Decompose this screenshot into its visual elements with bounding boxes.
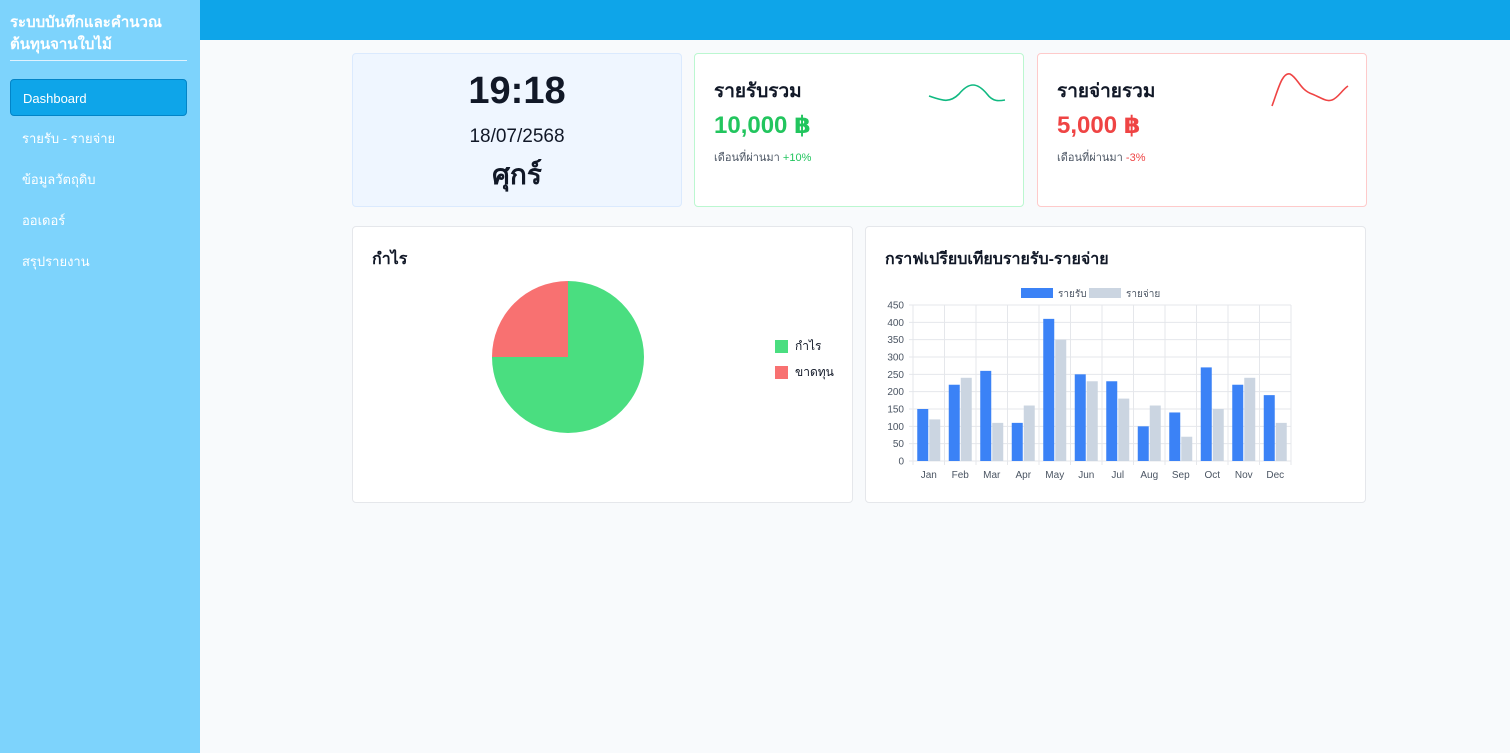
expense-title: รายจ่ายรวม — [1057, 81, 1156, 102]
income-change: +10% — [782, 152, 812, 164]
y-tick-label: 200 — [887, 387, 904, 398]
sidebar-menu: Dashboard รายรับ - รายจ่าย ข้อมูลวัตถุดิ… — [10, 79, 187, 284]
legend-swatch-expense[interactable] — [1089, 288, 1121, 298]
pie-legend: กำไร ขาดทุน — [775, 337, 834, 389]
bar-expense[interactable] — [960, 377, 972, 461]
y-tick-label: 150 — [887, 405, 904, 416]
clock-date: 18/07/2568 — [469, 126, 565, 147]
pie-legend-swatch-loss — [775, 365, 788, 379]
sidebar-item-orders[interactable]: ออเดอร์ — [10, 202, 187, 239]
bar-income[interactable] — [917, 409, 929, 461]
sidebar: ระบบบันทึกและคำนวณต้นทุนจานใบไม้ Dashboa… — [0, 0, 200, 753]
expense-change: -3% — [1125, 152, 1146, 164]
bar-income[interactable] — [1169, 412, 1181, 461]
x-tick-label: Oct — [1204, 470, 1220, 481]
x-tick-label: Dec — [1266, 470, 1284, 481]
income-sparkline-icon — [928, 84, 1006, 102]
bar-expense[interactable] — [1244, 377, 1256, 461]
bar-expense[interactable] — [1086, 381, 1098, 461]
bar-income[interactable] — [1011, 422, 1023, 461]
x-tick-label: Jul — [1111, 470, 1124, 481]
x-tick-label: Apr — [1015, 470, 1031, 481]
pie-legend-swatch-profit — [775, 339, 788, 353]
legend-swatch-income[interactable] — [1021, 288, 1053, 298]
bar-expense[interactable] — [1149, 405, 1161, 461]
app-title: ระบบบันทึกและคำนวณต้นทุนจานใบไม้ — [10, 12, 187, 61]
bar-expense[interactable] — [1023, 405, 1035, 461]
top-bar — [200, 0, 1510, 40]
bar-income[interactable] — [1232, 384, 1244, 461]
bar-income[interactable] — [1074, 374, 1086, 461]
legend-label-income[interactable]: รายรับ — [1058, 289, 1087, 300]
bar-income[interactable] — [948, 384, 960, 461]
compare-panel: กราฟเปรียบเทียบรายรับ-รายจ่าย 0 50 100 150 2… — [865, 226, 1366, 503]
income-title: รายรับรวม — [714, 81, 802, 102]
bar-expense[interactable] — [1212, 409, 1224, 461]
bar-income[interactable] — [980, 370, 992, 461]
expense-value: 5,000 ฿ — [1057, 112, 1141, 139]
sidebar-item-materials[interactable]: ข้อมูลวัตถุดิบ — [10, 161, 187, 198]
y-tick-label: 0 — [898, 457, 904, 468]
x-tick-label: May — [1045, 470, 1064, 481]
bar-expense[interactable] — [929, 419, 941, 461]
bar-expense[interactable] — [1275, 422, 1287, 461]
pie-legend-label-loss: ขาดทุน — [795, 364, 834, 379]
pie-legend-item-profit[interactable]: กำไร — [775, 337, 834, 355]
income-card: รายรับรวม 10,000 ฿ เดือนที่ผ่านมา +10% — [694, 53, 1024, 207]
expense-sparkline-icon — [1271, 73, 1349, 107]
bar-income[interactable] — [1137, 426, 1149, 461]
income-note-label: เดือนที่ผ่านมา — [714, 152, 780, 164]
x-tick-label: Mar — [983, 470, 1001, 481]
y-tick-label: 400 — [887, 318, 904, 329]
bar-income[interactable] — [1263, 395, 1275, 461]
bar-expense[interactable] — [1118, 398, 1130, 461]
bar-income[interactable] — [1200, 367, 1212, 461]
sidebar-item-reports[interactable]: สรุปรายงาน — [10, 243, 187, 280]
y-tick-label: 50 — [893, 439, 905, 450]
bar-expense[interactable] — [1055, 339, 1067, 461]
sidebar-item-income-expense[interactable]: รายรับ - รายจ่าย — [10, 120, 187, 157]
sidebar-item-dashboard[interactable]: Dashboard — [10, 79, 187, 116]
y-tick-label: 300 — [887, 353, 904, 364]
clock-time: 19:18 — [468, 70, 566, 112]
clock-card: 19:18 18/07/2568 ศุกร์ — [352, 53, 682, 207]
bar-income[interactable] — [1106, 381, 1118, 461]
x-tick-label: Jan — [921, 470, 937, 481]
income-note: เดือนที่ผ่านมา +10% — [714, 148, 811, 166]
y-tick-label: 250 — [887, 370, 904, 381]
x-tick-label: Nov — [1235, 470, 1253, 481]
x-tick-label: Aug — [1140, 470, 1158, 481]
x-tick-label: Jun — [1078, 470, 1094, 481]
profit-panel: กำไร กำไร ขาดทุน — [352, 226, 853, 503]
bar-expense[interactable] — [992, 422, 1004, 461]
income-expense-bar-chart: 0 50 100 150 200 250 300 350 400 450 Jan Feb Mar Apr M… — [887, 288, 1292, 481]
y-tick-label: 350 — [887, 335, 904, 346]
y-tick-label: 100 — [887, 422, 904, 433]
bar-expense[interactable] — [1181, 436, 1193, 461]
x-tick-label: Feb — [952, 470, 970, 481]
expense-note-label: เดือนที่ผ่านมา — [1057, 152, 1123, 164]
pie-legend-label-profit: กำไร — [795, 338, 822, 353]
clock-day: ศุกร์ — [492, 159, 542, 190]
pie-legend-item-loss[interactable]: ขาดทุน — [775, 363, 834, 381]
pie-slice-loss[interactable] — [492, 281, 568, 357]
expense-card: รายจ่ายรวม 5,000 ฿ เดือนที่ผ่านมา -3% — [1037, 53, 1367, 207]
expense-note: เดือนที่ผ่านมา -3% — [1057, 148, 1145, 166]
x-tick-label: Sep — [1172, 470, 1190, 481]
y-tick-label: 450 — [887, 301, 904, 312]
legend-label-expense[interactable]: รายจ่าย — [1126, 289, 1160, 300]
income-value: 10,000 ฿ — [714, 112, 811, 139]
bar-income[interactable] — [1043, 318, 1055, 461]
